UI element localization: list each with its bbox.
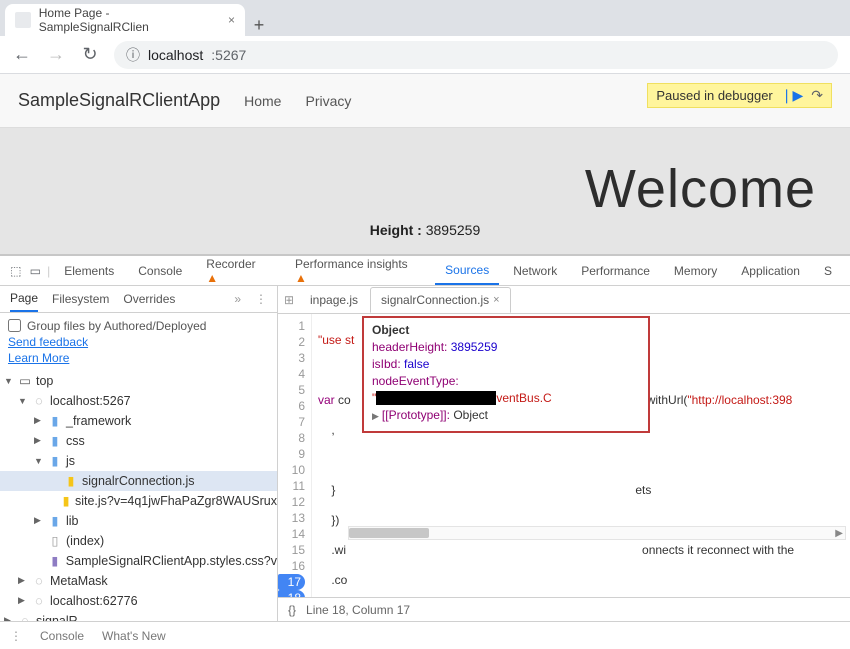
step-over-button[interactable]: ↷ <box>811 87 823 104</box>
breakpoint-17[interactable]: 17 <box>278 574 305 590</box>
navigator-options: Group files by Authored/Deployed Send fe… <box>0 313 277 367</box>
devtools-panel: ⬚ ▭ | Elements Console Recorder ▲ Perfor… <box>0 254 850 649</box>
tab-sources[interactable]: Sources <box>435 257 499 285</box>
tree-site-js[interactable]: ▮site.js?v=4q1jwFhaPaZgr8WAUSrux <box>0 491 277 511</box>
page-body: Welcome Height : 3895259 <box>0 128 850 254</box>
height-label: Height : <box>370 222 422 238</box>
file-tree: ▼▭top ▼◌localhost:5267 ▶▮_framework ▶▮cs… <box>0 367 277 621</box>
tab-application[interactable]: Application <box>731 258 810 284</box>
url-host: localhost <box>148 47 203 63</box>
navigator-tabs: Page Filesystem Overrides » ⋮ <box>0 286 277 313</box>
group-files-checkbox[interactable]: Group files by Authored/Deployed <box>8 319 269 333</box>
tab-console[interactable]: Console <box>128 258 192 284</box>
drawer-console-tab[interactable]: Console <box>40 629 84 643</box>
file-tab-inpage[interactable]: inpage.js <box>300 288 368 312</box>
close-file-icon[interactable]: × <box>493 294 499 306</box>
tree-framework[interactable]: ▶▮_framework <box>0 411 277 431</box>
tab-memory[interactable]: Memory <box>664 258 727 284</box>
browser-tab[interactable]: Home Page - SampleSignalRClien × <box>5 4 245 36</box>
object-inspect-tooltip[interactable]: Object headerHeight: 3895259 isIbd: fals… <box>362 316 650 433</box>
page-viewport: SampleSignalRClientApp Home Privacy Paus… <box>0 74 850 254</box>
tab-close-icon[interactable]: × <box>228 13 235 27</box>
tab-network[interactable]: Network <box>503 258 567 284</box>
cursor-position: Line 18, Column 17 <box>306 603 410 617</box>
inspect-icon[interactable]: ⬚ <box>8 264 24 278</box>
tree-metamask[interactable]: ▶◌MetaMask <box>0 571 277 591</box>
tab-elements[interactable]: Elements <box>54 258 124 284</box>
tree-styles[interactable]: ▮SampleSignalRClientApp.styles.css?v <box>0 551 277 571</box>
file-list-icon[interactable]: ⊞ <box>284 293 298 307</box>
paused-in-debugger-badge: Paused in debugger ❘▶ ↷ <box>647 83 832 108</box>
drawer-kebab-icon[interactable]: ⋮ <box>10 629 22 643</box>
height-value: 3895259 <box>426 222 481 238</box>
line-gutter[interactable]: 12345678910111213141516 17 18 192021 <box>278 314 312 597</box>
devtools-drawer: ⋮ Console What's New <box>0 621 850 649</box>
welcome-heading: Welcome <box>585 158 816 220</box>
tree-top[interactable]: ▼▭top <box>0 371 277 391</box>
drawer-whatsnew-tab[interactable]: What's New <box>102 629 166 643</box>
browser-tabstrip: Home Page - SampleSignalRClien × + <box>0 0 850 36</box>
tab-perf-insights[interactable]: Performance insights ▲ <box>285 251 431 291</box>
send-feedback-link[interactable]: Send feedback <box>8 335 269 349</box>
tab-performance[interactable]: Performance <box>571 258 660 284</box>
height-line: Height : 3895259 <box>370 222 481 238</box>
source-statusbar: {} Line 18, Column 17 <box>278 597 850 621</box>
forward-button[interactable]: → <box>46 44 66 65</box>
address-bar[interactable]: ⓘ localhost :5267 <box>114 41 838 69</box>
source-editor: ⊞ inpage.js signalrConnection.js× 123456… <box>278 286 850 621</box>
site-info-icon[interactable]: ⓘ <box>126 45 140 65</box>
device-toggle-icon[interactable]: ▭ <box>28 264 44 278</box>
learn-more-link[interactable]: Learn More <box>8 351 269 365</box>
nav-tab-overrides[interactable]: Overrides <box>123 292 175 306</box>
favicon <box>15 12 31 28</box>
nav-kebab-icon[interactable]: ⋮ <box>255 292 267 306</box>
tab-security[interactable]: S <box>814 258 842 284</box>
tree-signalr-js[interactable]: ▮signalrConnection.js <box>0 471 277 491</box>
tree-host2[interactable]: ▶◌localhost:62776 <box>0 591 277 611</box>
sources-navigator: Page Filesystem Overrides » ⋮ Group file… <box>0 286 278 621</box>
resume-script-button[interactable]: ❘▶ <box>781 87 804 104</box>
group-files-input[interactable] <box>8 319 21 332</box>
breakpoint-18[interactable]: 18 <box>278 590 305 597</box>
badge-text: Paused in debugger <box>656 88 772 103</box>
tree-signalr-scope[interactable]: ▶◌signalR <box>0 611 277 621</box>
tree-js[interactable]: ▼▮js <box>0 451 277 471</box>
pretty-print-icon[interactable]: {} <box>288 603 296 617</box>
browser-toolbar: ← → ↻ ⓘ localhost :5267 <box>0 36 850 74</box>
tree-lib[interactable]: ▶▮lib <box>0 511 277 531</box>
nav-more[interactable]: » <box>234 292 241 306</box>
tree-index[interactable]: ▯(index) <box>0 531 277 551</box>
tree-css[interactable]: ▶▮css <box>0 431 277 451</box>
brand[interactable]: SampleSignalRClientApp <box>18 90 220 111</box>
url-port: :5267 <box>211 47 246 63</box>
app-navbar: SampleSignalRClientApp Home Privacy Paus… <box>0 74 850 128</box>
source-body[interactable]: 12345678910111213141516 17 18 192021 "us… <box>278 314 850 597</box>
scroll-thumb[interactable] <box>349 528 429 538</box>
nav-home[interactable]: Home <box>244 93 281 109</box>
source-file-tabs: ⊞ inpage.js signalrConnection.js× <box>278 286 850 314</box>
scroll-right-icon[interactable]: ▶ <box>835 528 843 539</box>
back-button[interactable]: ← <box>12 44 32 65</box>
tab-recorder[interactable]: Recorder ▲ <box>196 251 281 291</box>
horizontal-scrollbar[interactable]: ◀ ▶ <box>348 526 846 540</box>
reload-button[interactable]: ↻ <box>80 44 100 65</box>
devtools-tabs: ⬚ ▭ | Elements Console Recorder ▲ Perfor… <box>0 256 850 286</box>
nav-tab-filesystem[interactable]: Filesystem <box>52 292 109 306</box>
nav-privacy[interactable]: Privacy <box>305 93 351 109</box>
tab-title: Home Page - SampleSignalRClien <box>39 6 220 34</box>
tree-host[interactable]: ▼◌localhost:5267 <box>0 391 277 411</box>
nav-tab-page[interactable]: Page <box>10 291 38 312</box>
new-tab-button[interactable]: + <box>245 15 273 36</box>
file-tab-signalr[interactable]: signalrConnection.js× <box>370 287 511 313</box>
